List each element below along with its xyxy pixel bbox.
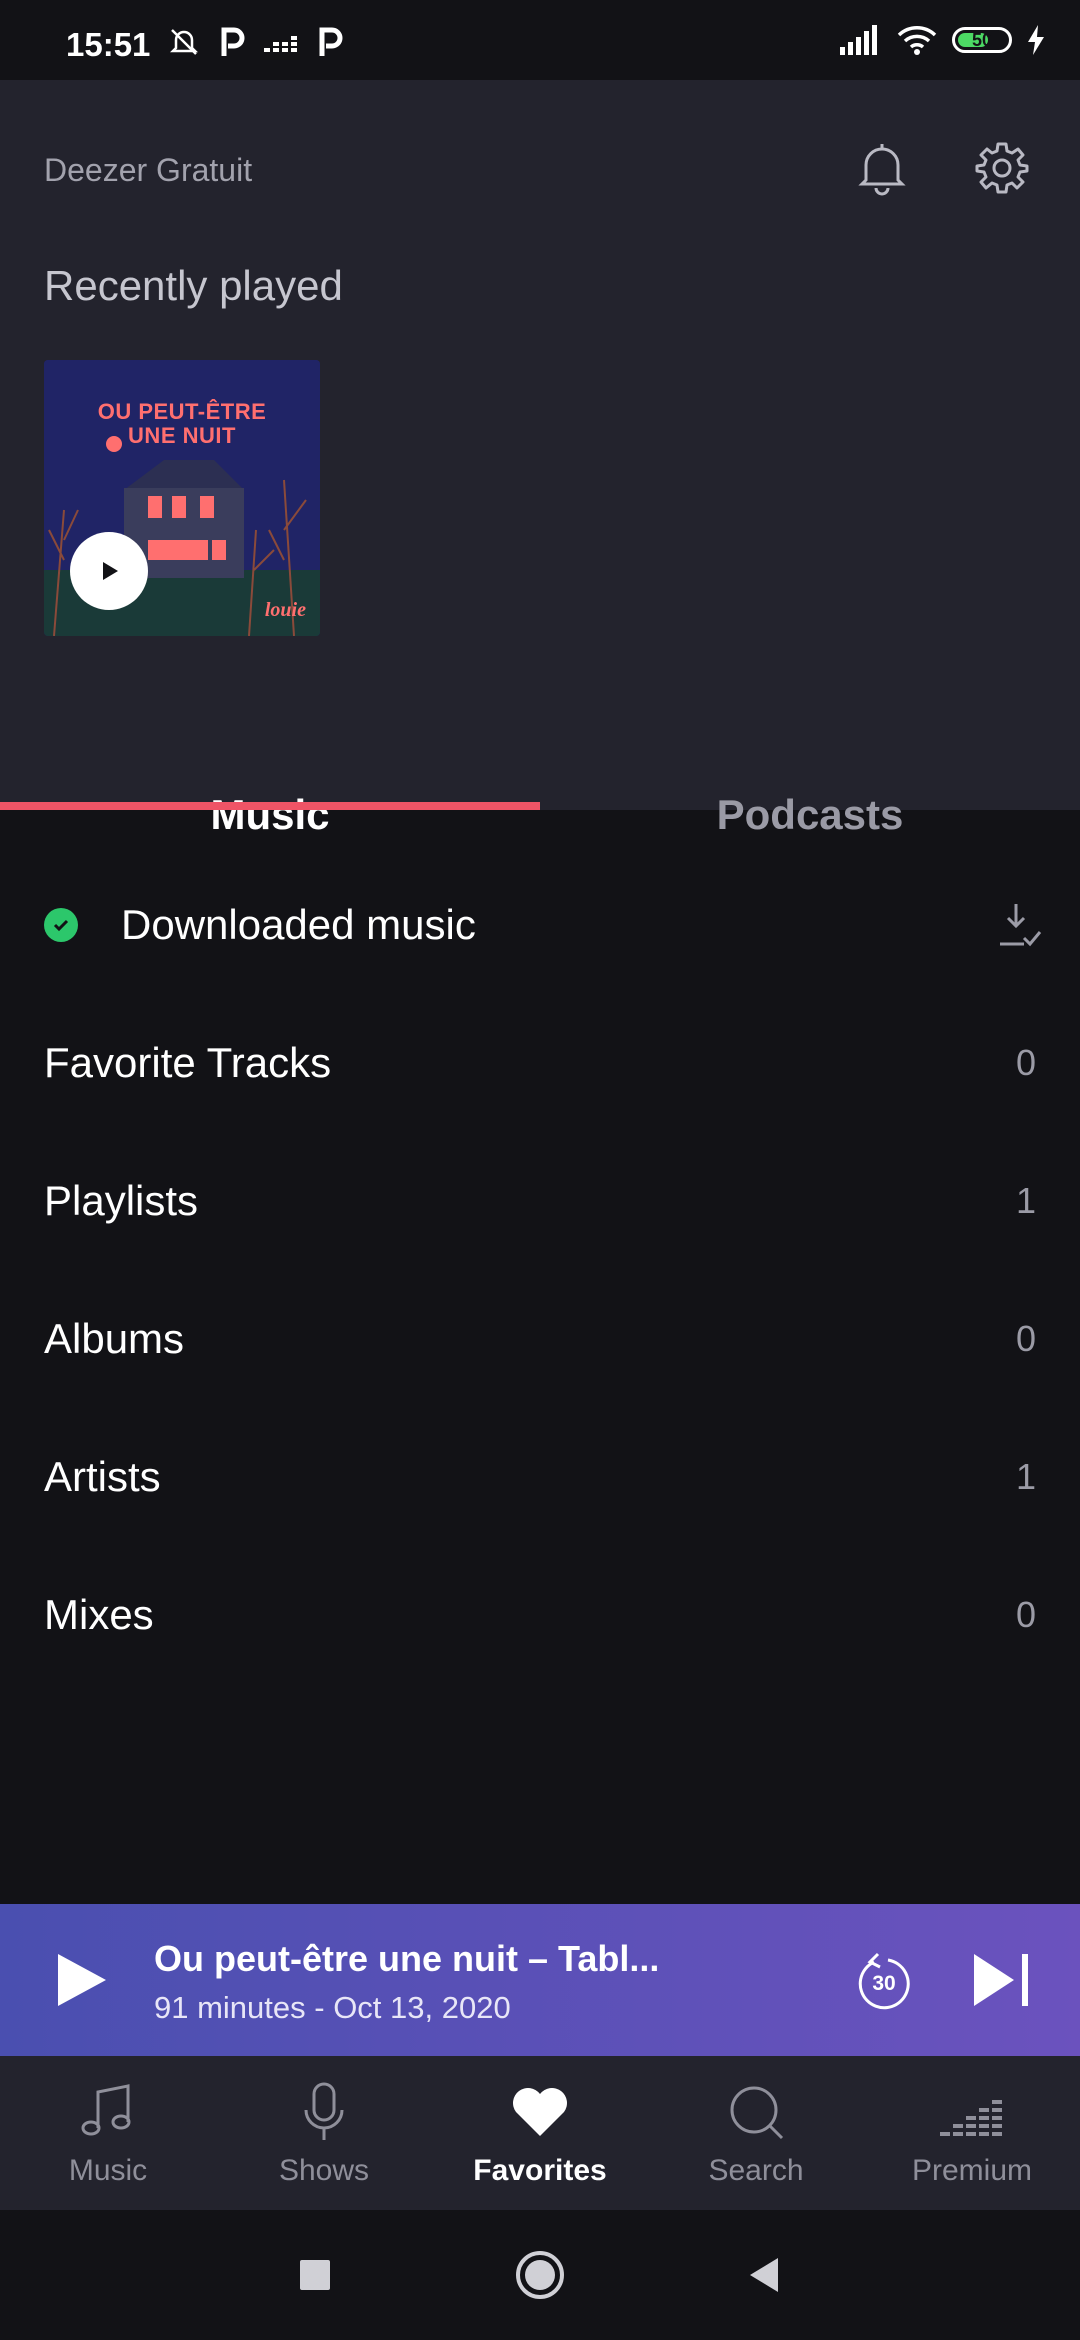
play-icon bbox=[103, 562, 118, 580]
mini-player[interactable]: Ou peut-être une nuit – Tabl... 91 minut… bbox=[0, 1904, 1080, 2056]
player-track-title: Ou peut-être une nuit – Tabl... bbox=[154, 1938, 660, 1979]
status-time: 15:51 bbox=[66, 26, 151, 63]
nav-label-favorites: Favorites bbox=[473, 2154, 607, 2187]
list-item-count: 1 bbox=[1015, 1180, 1036, 1221]
recently-played-title: Recently played bbox=[44, 262, 343, 309]
microphone-icon bbox=[304, 2082, 344, 2140]
nav-label-premium: Premium bbox=[911, 2154, 1032, 2187]
status-system-icons: 50 bbox=[840, 24, 1046, 56]
recents-square-icon[interactable] bbox=[290, 2250, 340, 2300]
player-track-subtitle: 91 minutes - Oct 13, 2020 bbox=[154, 1990, 511, 2025]
skip-next-button[interactable] bbox=[970, 1948, 1034, 2012]
album-cover-artist: louie bbox=[264, 599, 306, 621]
recent-album-card[interactable]: OU PEUT-ÊTRE UNE NUIT louie bbox=[44, 360, 320, 636]
gear-icon[interactable] bbox=[972, 138, 1032, 198]
list-item-count: 0 bbox=[1015, 1594, 1036, 1635]
list-item-label: Artists bbox=[44, 1453, 161, 1500]
equalizer-icon bbox=[940, 2100, 1002, 2136]
music-note-icon bbox=[81, 2084, 131, 2136]
list-item-count: 1 bbox=[1015, 1456, 1036, 1497]
p-app-icon bbox=[221, 27, 245, 56]
nav-label-shows: Shows bbox=[278, 2154, 370, 2187]
nav-item-shows[interactable]: Shows bbox=[216, 2056, 432, 2210]
list-item-label: Mixes bbox=[44, 1591, 154, 1638]
search-icon bbox=[730, 2086, 784, 2140]
battery-indicator: 50 bbox=[952, 27, 1012, 53]
list-item-count: 0 bbox=[1015, 1042, 1036, 1083]
rewind-30-button[interactable]: 30 bbox=[852, 1950, 916, 2014]
charging-bolt-icon bbox=[1028, 25, 1044, 55]
nav-item-search[interactable]: Search bbox=[648, 2056, 864, 2210]
status-notification-icons bbox=[168, 26, 344, 58]
nav-label-search: Search bbox=[708, 2154, 804, 2187]
mute-bell-icon bbox=[169, 29, 199, 55]
nav-item-premium[interactable]: Premium bbox=[864, 2056, 1080, 2210]
list-item-favorite-tracks[interactable]: Favorite Tracks 0 bbox=[0, 994, 1080, 1132]
p-app-icon-2 bbox=[319, 27, 343, 56]
list-item-label: Albums bbox=[44, 1315, 185, 1362]
battery-level: 50 bbox=[971, 29, 993, 50]
album-cover-title-text: OU PEUT-ÊTRE UNE NUIT bbox=[97, 399, 267, 448]
player-play-button[interactable] bbox=[52, 1950, 112, 2010]
bottom-nav: Music Shows Favorites Search Premium bbox=[0, 2056, 1080, 2210]
deezer-small-icon bbox=[264, 36, 297, 52]
list-item-mixes[interactable]: Mixes 0 bbox=[0, 1546, 1080, 1684]
signal-icon bbox=[840, 25, 877, 55]
album-play-button[interactable] bbox=[70, 532, 148, 610]
list-item-label: Playlists bbox=[44, 1177, 199, 1224]
list-item-playlists[interactable]: Playlists 1 bbox=[0, 1132, 1080, 1270]
list-item-albums[interactable]: Albums 0 bbox=[0, 1270, 1080, 1408]
tab-podcasts-label: Podcasts bbox=[716, 791, 904, 838]
check-circle-icon bbox=[44, 908, 78, 942]
nav-item-music[interactable]: Music bbox=[0, 2056, 216, 2210]
rewind-seconds: 30 bbox=[872, 1972, 896, 1995]
active-tab-indicator bbox=[0, 802, 540, 810]
bell-icon[interactable] bbox=[852, 138, 912, 198]
list-item-count: 0 bbox=[1015, 1318, 1036, 1359]
wifi-icon bbox=[897, 26, 937, 55]
nav-label-music: Music bbox=[68, 2154, 148, 2187]
back-triangle-icon[interactable] bbox=[740, 2250, 790, 2300]
tab-music-label: Music bbox=[210, 791, 330, 838]
header-section: Deezer Gratuit Recently played OU PEUT-Ê… bbox=[0, 80, 1080, 838]
home-circle-icon[interactable] bbox=[515, 2250, 565, 2300]
app-title: Deezer Gratuit bbox=[44, 152, 253, 188]
heart-icon bbox=[513, 2088, 567, 2136]
downloaded-music-label: Downloaded music bbox=[121, 901, 476, 948]
download-check-icon[interactable] bbox=[994, 900, 1044, 950]
list-item-artists[interactable]: Artists 1 bbox=[0, 1408, 1080, 1546]
downloaded-music-row[interactable]: Downloaded music bbox=[0, 856, 1080, 994]
nav-item-favorites[interactable]: Favorites bbox=[432, 2056, 648, 2210]
album-cover-title: OU PEUT-ÊTRE UNE NUIT bbox=[44, 400, 320, 448]
system-nav-bar bbox=[0, 2210, 1080, 2340]
status-bar: 15:51 50 bbox=[0, 0, 1080, 80]
list-item-label: Favorite Tracks bbox=[44, 1039, 332, 1086]
